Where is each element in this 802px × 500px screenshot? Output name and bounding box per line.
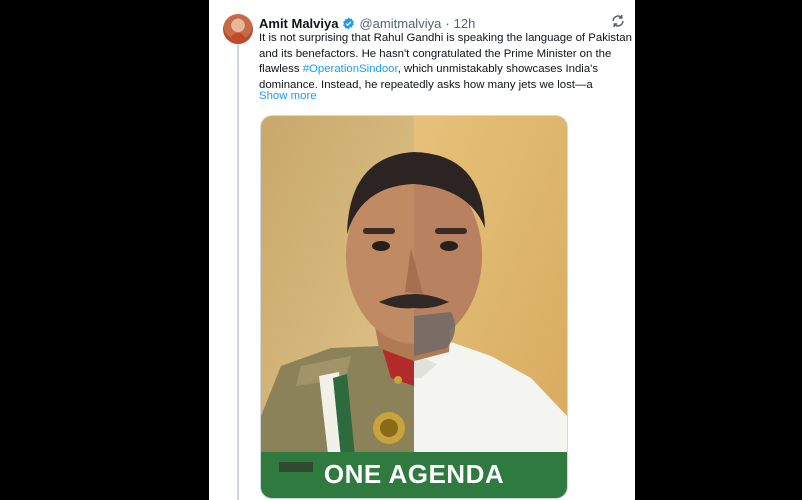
verified-badge-icon bbox=[343, 17, 355, 29]
thread-line bbox=[237, 44, 239, 500]
tweet-media-image[interactable]: ONE AGENDA bbox=[260, 115, 568, 499]
split-portrait-illustration bbox=[261, 116, 567, 498]
tweet-panel: Amit Malviya @amitmalviya · 12h It is no… bbox=[209, 0, 635, 500]
banner-title: ONE AGENDA bbox=[323, 459, 505, 489]
author-handle[interactable]: @amitmalviya bbox=[359, 16, 441, 31]
tweet-text: It is not surprising that Rahul Gandhi i… bbox=[259, 31, 635, 93]
hashtag-link[interactable]: #OperationSindoor bbox=[303, 63, 398, 75]
timestamp[interactable]: 12h bbox=[454, 16, 476, 31]
separator-dot: · bbox=[445, 15, 450, 31]
author-name[interactable]: Amit Malviya bbox=[259, 16, 338, 31]
avatar[interactable] bbox=[223, 14, 253, 44]
tweet-text-fragment: flawless bbox=[259, 63, 303, 75]
tweet-text-line: and its benefactors. He hasn't congratul… bbox=[259, 47, 612, 60]
tweet-text-line: It is not surprising that Rahul Gandhi i… bbox=[259, 32, 632, 44]
tweet-text-fragment: , which unmistakably showcases India's bbox=[397, 63, 599, 75]
tweet-text-line: flawless #OperationSindoor, which unmist… bbox=[259, 62, 635, 78]
show-more-link[interactable]: Show more bbox=[259, 90, 317, 102]
refresh-icon[interactable] bbox=[609, 12, 627, 30]
tweet-header: Amit Malviya @amitmalviya · 12h bbox=[259, 14, 475, 32]
